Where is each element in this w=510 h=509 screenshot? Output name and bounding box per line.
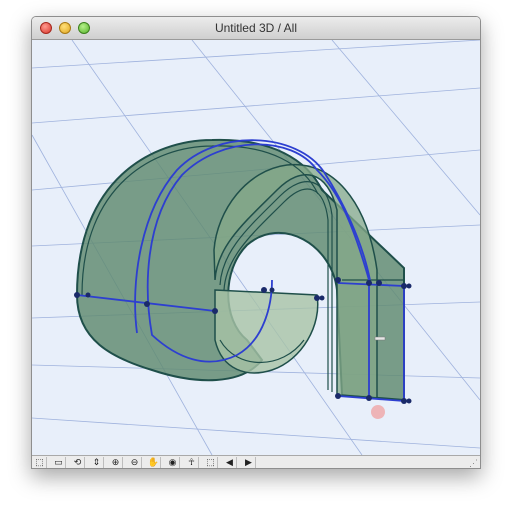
- walk-icon[interactable]: ☥: [185, 457, 199, 468]
- 3d-view-icon[interactable]: ⬚: [33, 457, 47, 468]
- cursor-highlight: [371, 405, 385, 419]
- bottom-toolbar: ⬚ ▭ ⟲ ⇕ ⊕ ⊖ ✋ ◉ ☥ ⬚ ◀ ▶ ⋰: [32, 455, 480, 468]
- orbit-icon[interactable]: ⟲: [71, 457, 85, 468]
- eye-icon[interactable]: ◉: [166, 457, 180, 468]
- page-icon[interactable]: ▭: [52, 457, 66, 468]
- hand-pan-icon[interactable]: ✋: [147, 457, 161, 468]
- zoom-previous-icon[interactable]: ◀: [223, 457, 237, 468]
- 3d-viewport[interactable]: [32, 40, 480, 455]
- zoom-window-icon[interactable]: ⬚: [204, 457, 218, 468]
- zoom-next-icon[interactable]: ▶: [242, 457, 256, 468]
- inner-curl-surface: [214, 289, 319, 374]
- zoom-in-icon[interactable]: ⊕: [109, 457, 123, 468]
- zoom-out-icon[interactable]: ⊖: [128, 457, 142, 468]
- title-bar[interactable]: Untitled 3D / All: [32, 17, 480, 40]
- 3d-model-canvas[interactable]: [32, 40, 480, 455]
- selection-marker: [374, 336, 386, 341]
- zoom-vertical-icon[interactable]: ⇕: [90, 457, 104, 468]
- window-title: Untitled 3D / All: [214, 21, 298, 35]
- resize-grip-icon[interactable]: ⋰: [469, 458, 479, 468]
- 3d-window: Untitled 3D / All ⬚ ▭ ⟲ ⇕ ⊕ ⊖ ✋ ◉ ☥ ⬚ ◀ …: [31, 16, 481, 469]
